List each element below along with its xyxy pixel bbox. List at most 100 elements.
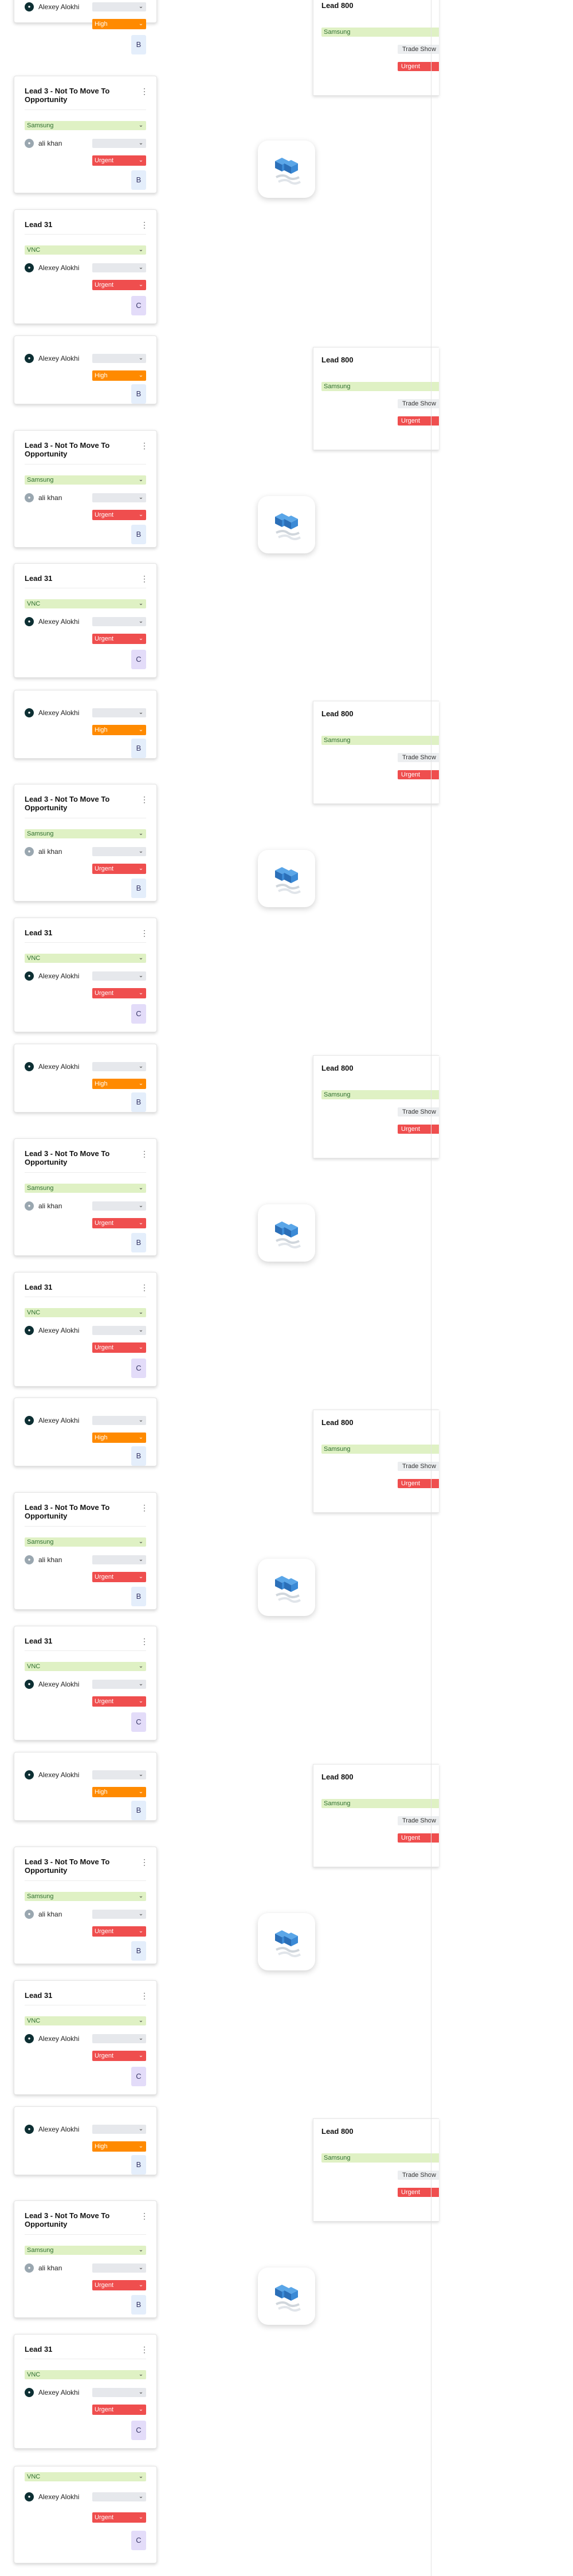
priority-select[interactable]: High ⌄ — [92, 19, 146, 29]
lead-card[interactable]: Lead 3 - Not To Move To Opportunity ⋮ Sa… — [14, 76, 157, 193]
lead-card[interactable]: Lead 3 - Not To Move To Opportunity ⋮ Sa… — [14, 1138, 157, 1256]
priority-button[interactable]: Urgent — [398, 770, 439, 779]
lead-card[interactable]: ● Alexey Alokhi ⌄ High ⌄ B — [14, 2106, 157, 2175]
company-select[interactable]: Samsung ⌄ — [25, 1892, 146, 1901]
lead-card[interactable]: VNC ⌄ ● Alexey Alokhi ⌄ Urgent ⌄ C — [14, 2466, 157, 2563]
company-select[interactable]: Samsung — [321, 1799, 439, 1808]
priority-select[interactable]: High ⌄ — [92, 2141, 146, 2152]
lead-card[interactable]: Lead 800 Samsung Trade Show Urgent — [313, 1055, 439, 1158]
source-button[interactable]: Trade Show — [398, 399, 439, 408]
kebab-menu-icon[interactable]: ⋮ — [140, 2344, 148, 2355]
lead-card[interactable]: ● Alexey Alokhi ⌄ High ⌄ B — [14, 690, 157, 759]
kebab-menu-icon[interactable]: ⋮ — [140, 927, 148, 939]
assignee-select[interactable]: ⌄ — [92, 1770, 146, 1779]
company-select[interactable]: VNC ⌄ — [25, 599, 146, 608]
lead-card[interactable]: Lead 31 ⋮ VNC ⌄ ● Alexey Alokhi ⌄ Urgent ⌄… — [14, 918, 157, 1032]
kebab-menu-icon[interactable]: ⋮ — [140, 2210, 148, 2222]
lead-card[interactable]: Lead 800 Samsung Trade Show Urgent — [313, 0, 439, 96]
lead-card[interactable]: Lead 3 - Not To Move To Opportunity ⋮ Sa… — [14, 1492, 157, 1610]
priority-select[interactable]: Urgent ⌄ — [92, 864, 146, 874]
lead-card[interactable]: Lead 31 ⋮ VNC ⌄ ● Alexey Alokhi ⌄ Urgent ⌄… — [14, 209, 157, 324]
priority-button[interactable]: Urgent — [398, 1833, 439, 1843]
source-button[interactable]: Trade Show — [398, 1816, 439, 1825]
assignee-select[interactable]: ⌄ — [92, 2, 146, 11]
assignee-select[interactable]: ⌄ — [92, 2263, 146, 2273]
lead-card[interactable]: Lead 3 - Not To Move To Opportunity ⋮ Sa… — [14, 2200, 157, 2318]
company-select[interactable]: Samsung ⌄ — [25, 475, 146, 485]
priority-select[interactable]: Urgent ⌄ — [92, 2280, 146, 2290]
company-select[interactable]: Samsung ⌄ — [25, 2246, 146, 2255]
company-select[interactable]: VNC ⌄ — [25, 2016, 146, 2025]
priority-button[interactable]: Urgent — [398, 2188, 439, 2197]
assignee-select[interactable]: ⌄ — [92, 1910, 146, 1919]
kebab-menu-icon[interactable]: ⋮ — [140, 1856, 148, 1868]
priority-select[interactable]: Urgent ⌄ — [92, 1342, 146, 1353]
assignee-select[interactable]: ⌄ — [92, 847, 146, 856]
kebab-menu-icon[interactable]: ⋮ — [140, 1636, 148, 1647]
priority-select[interactable]: High ⌄ — [92, 1787, 146, 1797]
priority-select[interactable]: High ⌄ — [92, 725, 146, 735]
company-select[interactable]: VNC ⌄ — [25, 1308, 146, 1317]
lead-card[interactable]: Lead 31 ⋮ VNC ⌄ ● Alexey Alokhi ⌄ Urgent ⌄… — [14, 1272, 157, 1387]
priority-select[interactable]: Urgent ⌄ — [92, 2512, 146, 2523]
company-select[interactable]: Samsung — [321, 1090, 439, 1099]
kebab-menu-icon[interactable]: ⋮ — [140, 573, 148, 584]
priority-select[interactable]: Urgent ⌄ — [92, 2051, 146, 2061]
kebab-menu-icon[interactable]: ⋮ — [140, 1282, 148, 1293]
kebab-menu-icon[interactable]: ⋮ — [140, 440, 148, 451]
assignee-select[interactable]: ⌄ — [92, 2388, 146, 2397]
assignee-select[interactable]: ⌄ — [92, 2125, 146, 2134]
company-select[interactable]: Samsung — [321, 1445, 439, 1454]
kebab-menu-icon[interactable]: ⋮ — [140, 1148, 148, 1160]
lead-card[interactable]: Lead 31 ⋮ VNC ⌄ ● Alexey Alokhi ⌄ Urgent ⌄… — [14, 2334, 157, 2449]
priority-select[interactable]: High ⌄ — [92, 1433, 146, 1443]
priority-select[interactable]: Urgent ⌄ — [92, 155, 146, 166]
lead-card[interactable]: Lead 800 Samsung Trade Show Urgent — [313, 1410, 439, 1513]
assignee-select[interactable]: ⌄ — [92, 493, 146, 502]
assignee-select[interactable]: ⌄ — [92, 263, 146, 272]
assignee-select[interactable]: ⌄ — [92, 1680, 146, 1689]
priority-select[interactable]: Urgent ⌄ — [92, 280, 146, 290]
lead-card[interactable]: ● Alexey Alokhi ⌄ High ⌄ B — [14, 335, 157, 404]
priority-select[interactable]: Urgent ⌄ — [92, 988, 146, 998]
company-select[interactable]: VNC ⌄ — [25, 954, 146, 963]
priority-select[interactable]: High ⌄ — [92, 370, 146, 381]
kebab-menu-icon[interactable]: ⋮ — [140, 794, 148, 805]
priority-select[interactable]: Urgent ⌄ — [92, 1696, 146, 1707]
company-select[interactable]: Samsung — [321, 382, 439, 391]
assignee-select[interactable]: ⌄ — [92, 1326, 146, 1335]
company-select[interactable]: Samsung ⌄ — [25, 1537, 146, 1547]
priority-select[interactable]: Urgent ⌄ — [92, 1572, 146, 1582]
lead-card[interactable]: Lead 800 Samsung Trade Show Urgent — [313, 347, 439, 450]
priority-select[interactable]: Urgent ⌄ — [92, 510, 146, 520]
priority-button[interactable]: Urgent — [398, 1479, 439, 1488]
assignee-select[interactable]: ⌄ — [92, 2034, 146, 2043]
company-select[interactable]: Samsung ⌄ — [25, 829, 146, 838]
lead-card[interactable]: Lead 3 - Not To Move To Opportunity ⋮ Sa… — [14, 1847, 157, 1964]
priority-select[interactable]: High ⌄ — [92, 1079, 146, 1089]
lead-card[interactable]: ● Alexey Alokhi ⌄ High ⌄ B — [14, 1398, 157, 1466]
kebab-menu-icon[interactable]: ⋮ — [140, 1990, 148, 2001]
lead-card[interactable]: ● Alexey Alokhi ⌄ High ⌄ B — [14, 0, 157, 54]
priority-select[interactable]: Urgent ⌄ — [92, 1218, 146, 1228]
company-select[interactable]: VNC ⌄ — [25, 245, 146, 255]
priority-button[interactable]: Urgent — [398, 416, 439, 426]
company-select[interactable]: Samsung ⌄ — [25, 121, 146, 130]
kebab-menu-icon[interactable]: ⋮ — [140, 219, 148, 231]
lead-card[interactable]: Lead 3 - Not To Move To Opportunity ⋮ Sa… — [14, 784, 157, 901]
priority-button[interactable]: Urgent — [398, 62, 439, 71]
source-button[interactable]: Trade Show — [398, 2171, 439, 2180]
source-button[interactable]: Trade Show — [398, 753, 439, 762]
lead-card[interactable]: ● Alexey Alokhi ⌄ High ⌄ B — [14, 1752, 157, 1821]
assignee-select[interactable]: ⌄ — [92, 1062, 146, 1071]
priority-button[interactable]: Urgent — [398, 1125, 439, 1134]
assignee-select[interactable]: ⌄ — [92, 139, 146, 148]
company-select[interactable]: VNC ⌄ — [25, 2370, 146, 2379]
lead-card[interactable]: Lead 800 Samsung Trade Show Urgent — [313, 1764, 439, 1867]
assignee-select[interactable]: ⌄ — [92, 2492, 146, 2501]
priority-select[interactable]: Urgent ⌄ — [92, 2405, 146, 2415]
assignee-select[interactable]: ⌄ — [92, 354, 146, 363]
assignee-select[interactable]: ⌄ — [92, 708, 146, 717]
company-select[interactable]: Samsung — [321, 2153, 439, 2163]
kebab-menu-icon[interactable]: ⋮ — [140, 85, 148, 97]
